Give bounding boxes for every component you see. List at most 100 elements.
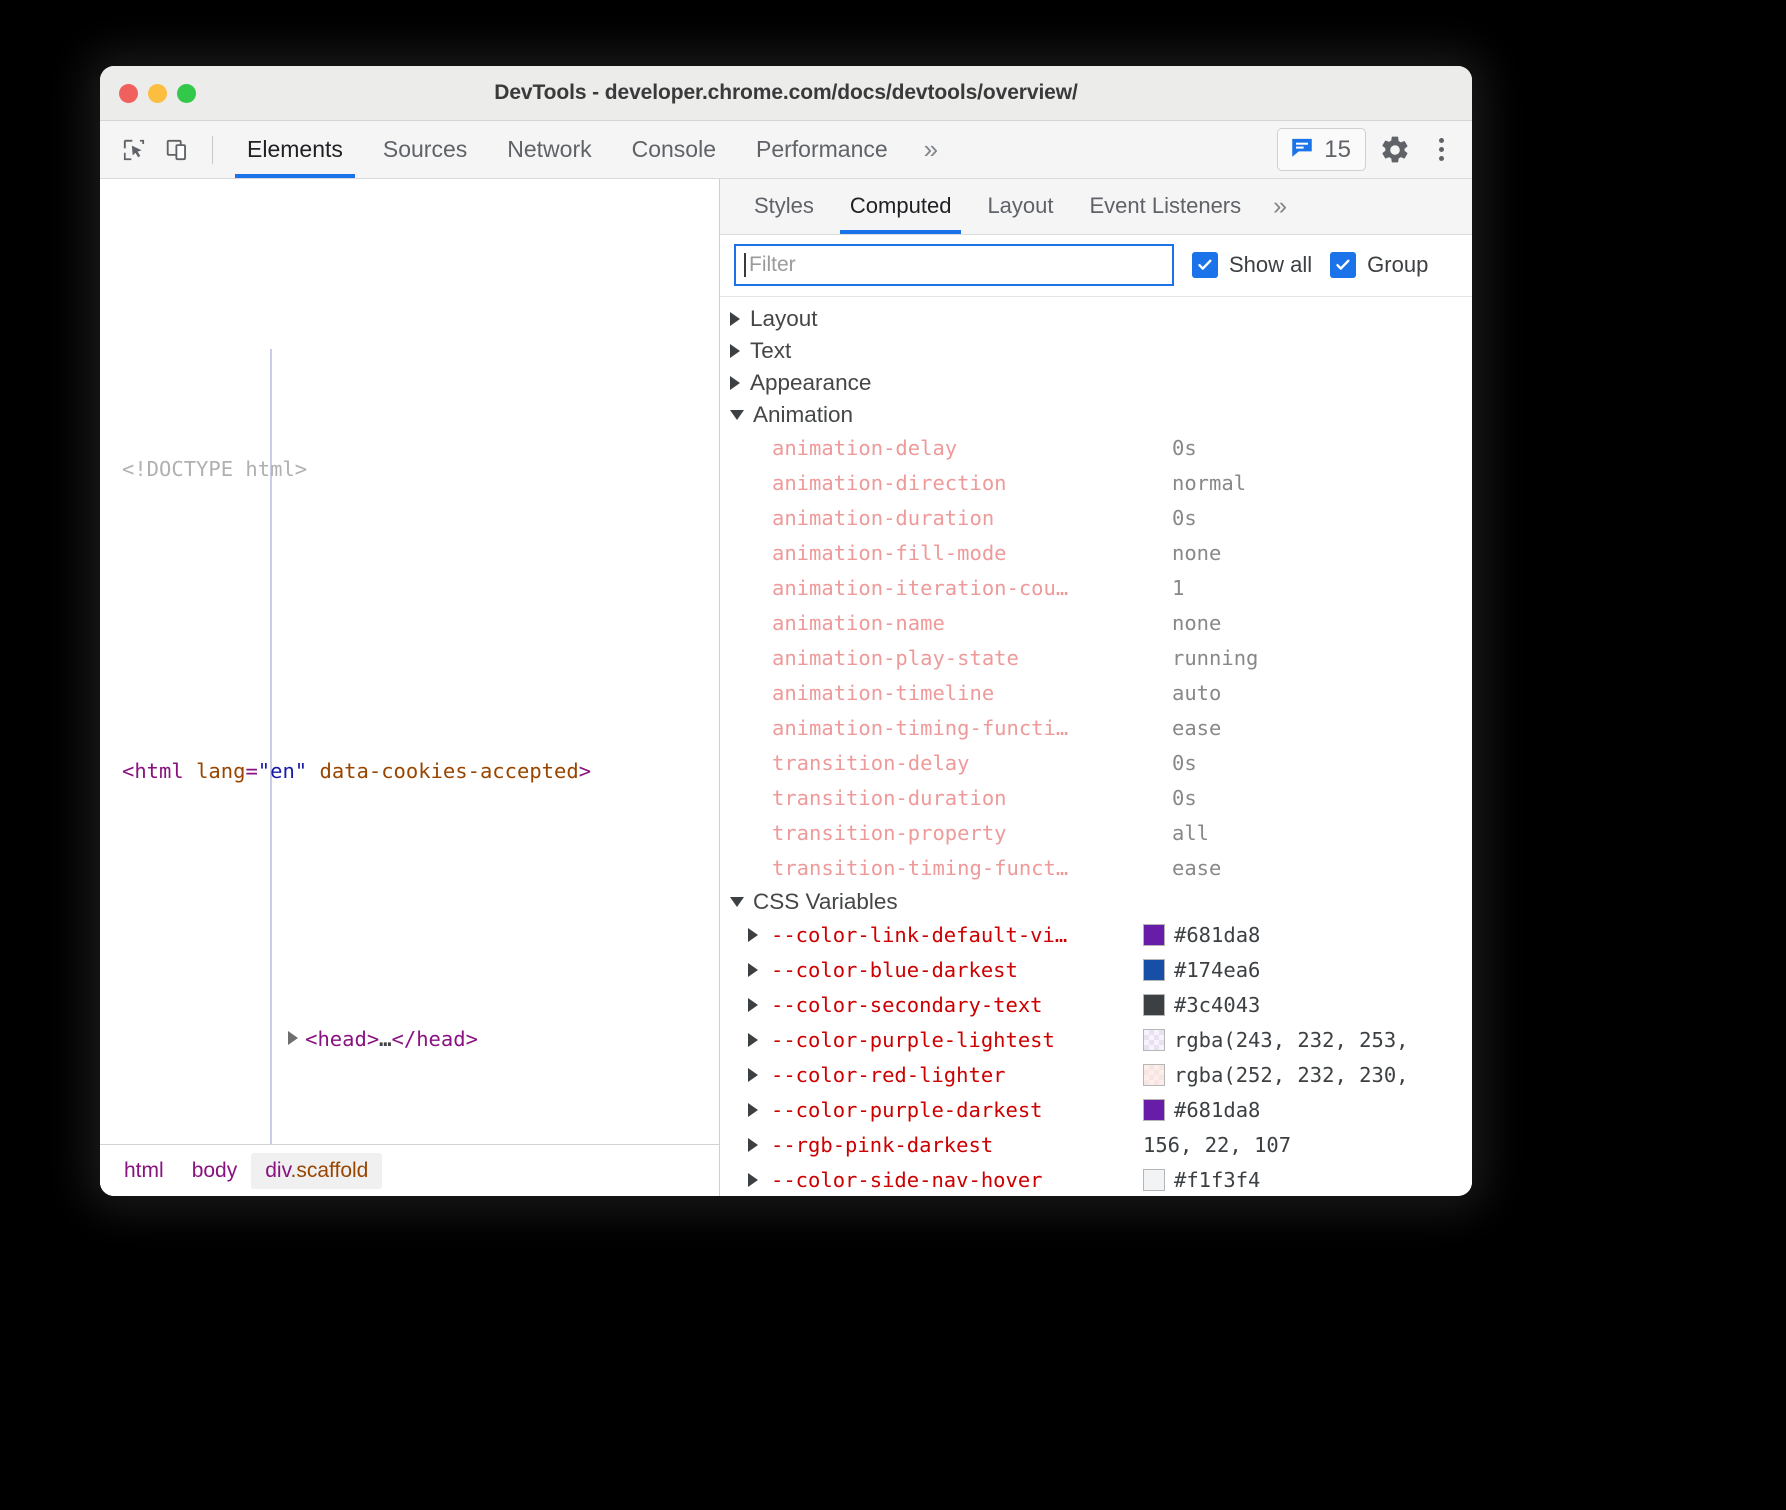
dom-tree[interactable]: <!DOCTYPE html> <html lang="en" data-coo… xyxy=(100,179,719,1144)
computed-property-row[interactable]: animation-timing-functi… ease xyxy=(720,711,1472,746)
expand-layout-triangle-icon[interactable] xyxy=(730,312,740,326)
tab-performance[interactable]: Performance xyxy=(736,121,908,178)
group-checkbox-wrapper[interactable]: Group xyxy=(1330,252,1428,278)
tab-elements[interactable]: Elements xyxy=(227,121,363,178)
collapse-animation-triangle-icon[interactable] xyxy=(730,410,744,420)
property-name: animation-timing-functi… xyxy=(772,716,1172,740)
variable-name: --color-purple-darkest xyxy=(771,1098,1143,1122)
computed-property-row[interactable]: animation-name none xyxy=(720,606,1472,641)
group-header-animation[interactable]: Animation xyxy=(720,399,1472,431)
styles-sidebar-pane: Styles Computed Layout Event Listeners »… xyxy=(720,179,1472,1196)
property-value: normal xyxy=(1172,471,1246,495)
computed-property-row[interactable]: transition-duration 0s xyxy=(720,781,1472,816)
expand-variable-triangle-icon[interactable] xyxy=(748,928,758,942)
toolbar-divider xyxy=(212,136,213,164)
property-value: auto xyxy=(1172,681,1221,705)
css-variable-row[interactable]: --color-purple-darkest #681da8 xyxy=(720,1093,1472,1128)
css-variable-row[interactable]: --color-link-default-vi… #681da8 xyxy=(720,918,1472,953)
color-swatch[interactable] xyxy=(1143,1099,1165,1121)
property-name: transition-timing-funct… xyxy=(772,856,1172,880)
computed-property-row[interactable]: animation-delay 0s xyxy=(720,431,1472,466)
expand-variable-triangle-icon[interactable] xyxy=(748,1138,758,1152)
issues-button[interactable]: 15 xyxy=(1277,128,1366,171)
tab-styles[interactable]: Styles xyxy=(736,179,832,234)
dom-node-head[interactable]: <head>…</head> xyxy=(100,989,719,1090)
breadcrumb-item-div-scaffold[interactable]: div.scaffold xyxy=(251,1153,382,1189)
tab-layout[interactable]: Layout xyxy=(969,179,1071,234)
dom-node-doctype[interactable]: <!DOCTYPE html> xyxy=(100,386,719,554)
property-value: 0s xyxy=(1172,786,1197,810)
computed-property-row[interactable]: transition-property all xyxy=(720,816,1472,851)
css-variable-row[interactable]: --color-blue-darkest #174ea6 xyxy=(720,953,1472,988)
group-label-appearance: Appearance xyxy=(750,367,871,399)
variable-name: --rgb-pink-darkest xyxy=(771,1133,1143,1157)
styles-more-tabs-chevron-icon[interactable]: » xyxy=(1259,179,1301,234)
tab-computed[interactable]: Computed xyxy=(832,179,970,234)
expand-variable-triangle-icon[interactable] xyxy=(748,998,758,1012)
computed-property-row[interactable]: animation-fill-mode none xyxy=(720,536,1472,571)
tab-network[interactable]: Network xyxy=(487,121,611,178)
group-header-css-variables[interactable]: CSS Variables xyxy=(720,886,1472,918)
close-window-button[interactable] xyxy=(119,84,138,103)
more-tabs-chevron-icon[interactable]: » xyxy=(908,121,954,178)
computed-property-row[interactable]: animation-play-state running xyxy=(720,641,1472,676)
color-swatch[interactable] xyxy=(1143,1029,1165,1051)
color-swatch[interactable] xyxy=(1143,1169,1165,1191)
expand-appearance-triangle-icon[interactable] xyxy=(730,376,740,390)
tab-console[interactable]: Console xyxy=(612,121,736,178)
css-variable-row[interactable]: --color-side-nav-hover #f1f3f4 xyxy=(720,1163,1472,1196)
minimize-window-button[interactable] xyxy=(148,84,167,103)
gear-icon[interactable] xyxy=(1374,129,1416,171)
expand-variable-triangle-icon[interactable] xyxy=(748,1103,758,1117)
property-value: ease xyxy=(1172,856,1221,880)
computed-property-row[interactable]: animation-iteration-cou… 1 xyxy=(720,571,1472,606)
issues-count: 15 xyxy=(1324,136,1351,164)
property-value: ease xyxy=(1172,716,1221,740)
inspect-element-icon[interactable] xyxy=(114,130,154,170)
css-variable-row[interactable]: --color-red-lighter rgba(252, 232, 230, xyxy=(720,1058,1472,1093)
kebab-menu-icon[interactable] xyxy=(1424,129,1458,171)
show-all-checkbox[interactable] xyxy=(1192,252,1218,278)
computed-property-row[interactable]: animation-duration 0s xyxy=(720,501,1472,536)
filter-input[interactable]: Filter xyxy=(734,244,1174,286)
variable-value: #681da8 xyxy=(1174,923,1260,947)
property-name: animation-play-state xyxy=(772,646,1172,670)
tab-sources[interactable]: Sources xyxy=(363,121,487,178)
property-name: transition-duration xyxy=(772,786,1172,810)
device-toolbar-icon[interactable] xyxy=(158,130,198,170)
computed-property-row[interactable]: transition-delay 0s xyxy=(720,746,1472,781)
tab-event-listeners[interactable]: Event Listeners xyxy=(1072,179,1260,234)
group-header-text[interactable]: Text xyxy=(720,335,1472,367)
dom-node-html[interactable]: <html lang="en" data-cookies-accepted> xyxy=(100,688,719,856)
variable-value: rgba(243, 232, 253, xyxy=(1174,1028,1409,1052)
maximize-window-button[interactable] xyxy=(177,84,196,103)
css-variable-row[interactable]: --color-purple-lightest rgba(243, 232, 2… xyxy=(720,1023,1472,1058)
html-line: <html lang="en" data-cookies-accepted> xyxy=(122,755,719,789)
css-variable-row[interactable]: --rgb-pink-darkest 156, 22, 107 xyxy=(720,1128,1472,1163)
color-swatch[interactable] xyxy=(1143,994,1165,1016)
expand-variable-triangle-icon[interactable] xyxy=(748,963,758,977)
group-header-appearance[interactable]: Appearance xyxy=(720,367,1472,399)
breadcrumb-item-html[interactable]: html xyxy=(110,1153,178,1189)
computed-properties-list[interactable]: Layout Text Appearance Animation xyxy=(720,297,1472,1196)
group-header-layout[interactable]: Layout xyxy=(720,303,1472,335)
color-swatch[interactable] xyxy=(1143,1064,1165,1086)
color-swatch[interactable] xyxy=(1143,924,1165,946)
breadcrumb-tag: div xyxy=(265,1159,290,1182)
show-all-checkbox-wrapper[interactable]: Show all xyxy=(1192,252,1312,278)
computed-property-row[interactable]: animation-direction normal xyxy=(720,466,1472,501)
expand-variable-triangle-icon[interactable] xyxy=(748,1173,758,1187)
devtools-window: DevTools - developer.chrome.com/docs/dev… xyxy=(100,66,1472,1196)
computed-property-row[interactable]: transition-timing-funct… ease xyxy=(720,851,1472,886)
color-swatch[interactable] xyxy=(1143,959,1165,981)
computed-property-row[interactable]: animation-timeline auto xyxy=(720,676,1472,711)
breadcrumb-item-body[interactable]: body xyxy=(178,1153,252,1189)
group-checkbox[interactable] xyxy=(1330,252,1356,278)
css-variable-row[interactable]: --color-secondary-text #3c4043 xyxy=(720,988,1472,1023)
expand-variable-triangle-icon[interactable] xyxy=(748,1068,758,1082)
expand-head-triangle-icon[interactable] xyxy=(288,1031,298,1045)
collapse-css-variables-triangle-icon[interactable] xyxy=(730,897,744,907)
expand-variable-triangle-icon[interactable] xyxy=(748,1033,758,1047)
expand-text-triangle-icon[interactable] xyxy=(730,344,740,358)
property-value: 0s xyxy=(1172,436,1197,460)
